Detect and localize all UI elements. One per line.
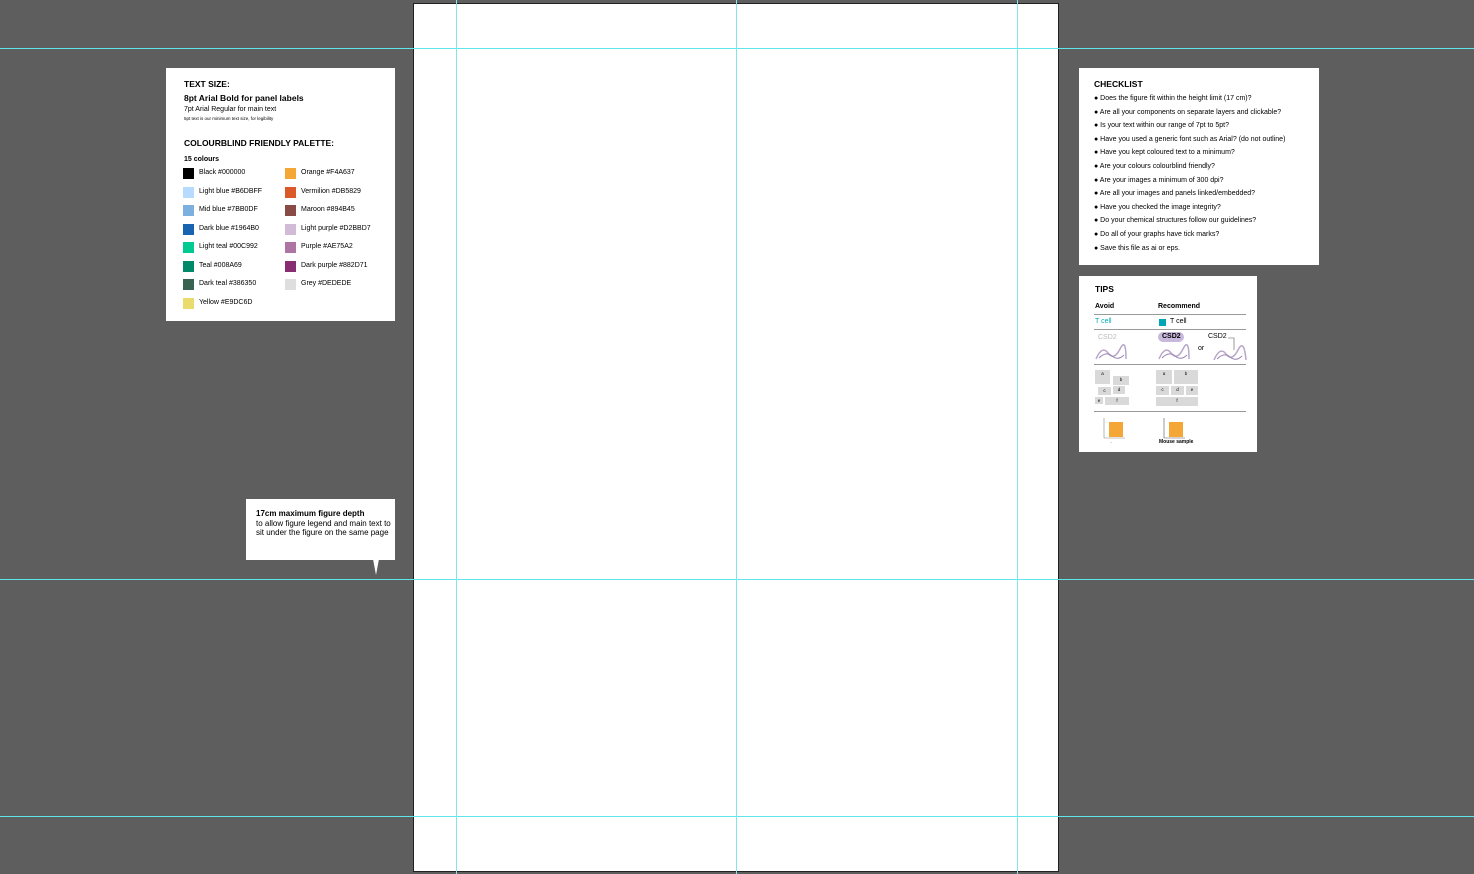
text-size-title: TEXT SIZE: — [184, 79, 230, 89]
mini-panel-a: a — [1095, 370, 1110, 384]
mini-panel-d: d — [1113, 386, 1125, 394]
mini-panel-c: c — [1098, 387, 1111, 395]
tips-avoid-csd2: CSD2 — [1098, 334, 1117, 341]
checklist-item: ● Save this file as ai or eps. — [1094, 244, 1180, 252]
tips-recommend-tcell: T cell — [1170, 318, 1187, 325]
tips-divider — [1094, 364, 1246, 365]
mini-panel-a: a — [1156, 370, 1172, 384]
colour-swatch — [285, 205, 296, 216]
colour-label: Orange #F4A637 — [301, 169, 355, 176]
text-size-line-regular: 7pt Arial Regular for main text — [184, 106, 277, 113]
mini-panel-f: f — [1156, 397, 1198, 406]
depth-callout[interactable]: 17cm maximum figure depth to allow figur… — [246, 499, 395, 575]
callout-text: to allow figure legend and main text to … — [256, 518, 391, 538]
colour-swatch — [183, 297, 194, 309]
guide-horizontal-top[interactable] — [0, 48, 1474, 49]
mini-panel-e: e — [1095, 397, 1103, 404]
checklist-item: ● Do your chemical structures follow our… — [1094, 217, 1257, 225]
checklist-item: ● Are your images a minimum of 300 dpi? — [1094, 176, 1224, 184]
callout-bold-text: 17cm maximum figure depth — [256, 509, 365, 518]
checklist-item: ● Are your colours colourblind friendly? — [1094, 162, 1215, 170]
colour-label: Dark purple #882D71 — [301, 261, 368, 269]
colour-swatch — [285, 279, 296, 290]
checklist-item: ● Does the figure fit within the height … — [1094, 95, 1252, 102]
callout-pointer — [373, 559, 379, 575]
colour-swatch — [183, 186, 194, 198]
colour-swatch — [285, 242, 296, 253]
colour-label: Grey #DEDEDE — [301, 280, 352, 287]
checklist-item: ● Are all your images and panels linked/… — [1094, 190, 1256, 198]
colour-label: Mid blue #7BB0DF — [199, 206, 258, 213]
checklist-item: ● Have you used a generic font such as A… — [1094, 135, 1286, 143]
colour-swatch — [183, 279, 194, 290]
tips-mouse-sample: Mouse sample — [1159, 439, 1194, 445]
mini-panel-c: c — [1156, 386, 1169, 395]
protein-structure-icon — [1158, 344, 1190, 360]
colour-swatch — [183, 168, 194, 179]
checklist-item: ● Are all your components on separate la… — [1094, 108, 1282, 116]
colour-label: Dark blue #1964B0 — [199, 224, 259, 232]
colour-label: Maroon #894B45 — [301, 206, 355, 213]
colour-label: Light blue #B6DBFF — [199, 187, 263, 195]
guide-vertical-right[interactable] — [1017, 0, 1018, 874]
colour-swatch — [285, 168, 296, 179]
colour-label: Dark teal #386350 — [199, 280, 257, 287]
guide-vertical-left[interactable] — [456, 0, 457, 874]
tips-panel[interactable]: TIPS Avoid Recommend T cell T cell CSD2 … — [1079, 276, 1257, 452]
palette-title: COLOURBLIND FRIENDLY PALETTE: — [184, 138, 335, 148]
guide-vertical-center[interactable] — [736, 0, 737, 874]
colour-swatch — [183, 205, 194, 216]
tips-recommend-csd2: CSD2 — [1162, 333, 1181, 340]
mini-panel-b: b — [1113, 376, 1129, 385]
mini-panel-e: e — [1186, 386, 1198, 395]
colour-swatch — [285, 223, 296, 235]
colour-label: Light purple #D2BBD7 — [301, 224, 371, 232]
palette-count: 15 colours — [184, 156, 220, 163]
checklist-item: ● Is your text within our range of 7pt t… — [1094, 122, 1229, 130]
tips-recommend-header: Recommend — [1158, 303, 1201, 310]
text-size-panel[interactable]: TEXT SIZE: 8pt Arial Bold for panel labe… — [166, 68, 395, 321]
text-size-line-min: 5pt text is our minimum text size, for l… — [184, 116, 274, 121]
colour-label: Vermilion #DB5829 — [301, 187, 361, 195]
colour-swatch — [285, 186, 296, 198]
checklist-items: ● Does the figure fit within the height … — [1094, 92, 1319, 255]
colour-label: Black #000000 — [199, 169, 246, 176]
tips-or-label: or — [1198, 345, 1205, 352]
svg-text:~: ~ — [1110, 440, 1113, 445]
colour-swatch — [183, 223, 194, 235]
checklist-title: CHECKLIST — [1094, 79, 1143, 89]
avoid-graph-icon: ~ — [1103, 418, 1125, 445]
colour-swatch — [183, 260, 194, 272]
checklist-panel[interactable]: CHECKLIST ● Does the figure fit within t… — [1079, 68, 1319, 265]
teal-square-icon — [1159, 319, 1166, 326]
colour-label: Light teal #00C992 — [199, 243, 258, 250]
tips-avoid-header: Avoid — [1095, 303, 1115, 310]
mini-panel-d: d — [1171, 386, 1184, 395]
text-size-line-bold: 8pt Arial Bold for panel labels — [184, 93, 304, 103]
tips-avoid-tcell: T cell — [1095, 318, 1112, 325]
checklist-item: ● Have you kept coloured text to a minim… — [1094, 149, 1235, 157]
tips-title: TIPS — [1095, 284, 1114, 294]
tips-divider — [1094, 329, 1246, 330]
tips-divider — [1094, 411, 1246, 412]
checklist-item: ● Have you checked the image integrity? — [1094, 203, 1221, 211]
protein-structure-icon — [1095, 344, 1127, 360]
colour-swatch — [183, 242, 194, 253]
recommend-graph-icon — [1163, 418, 1185, 439]
colour-label: Purple #AE75A2 — [301, 243, 353, 250]
protein-structure-labeled-icon — [1213, 337, 1247, 361]
tips-divider — [1094, 314, 1246, 315]
colour-label: Teal #008A69 — [199, 261, 242, 269]
guide-horizontal-17cm[interactable] — [0, 579, 1474, 580]
guide-horizontal-bottom[interactable] — [0, 816, 1474, 817]
mini-panel-b: b — [1174, 370, 1198, 384]
checklist-item: ● Do all of your graphs have tick marks? — [1094, 230, 1220, 238]
colour-swatch — [285, 260, 296, 272]
colour-label: Yellow #E9DC6D — [199, 298, 253, 306]
mini-panel-f: f — [1105, 397, 1129, 405]
